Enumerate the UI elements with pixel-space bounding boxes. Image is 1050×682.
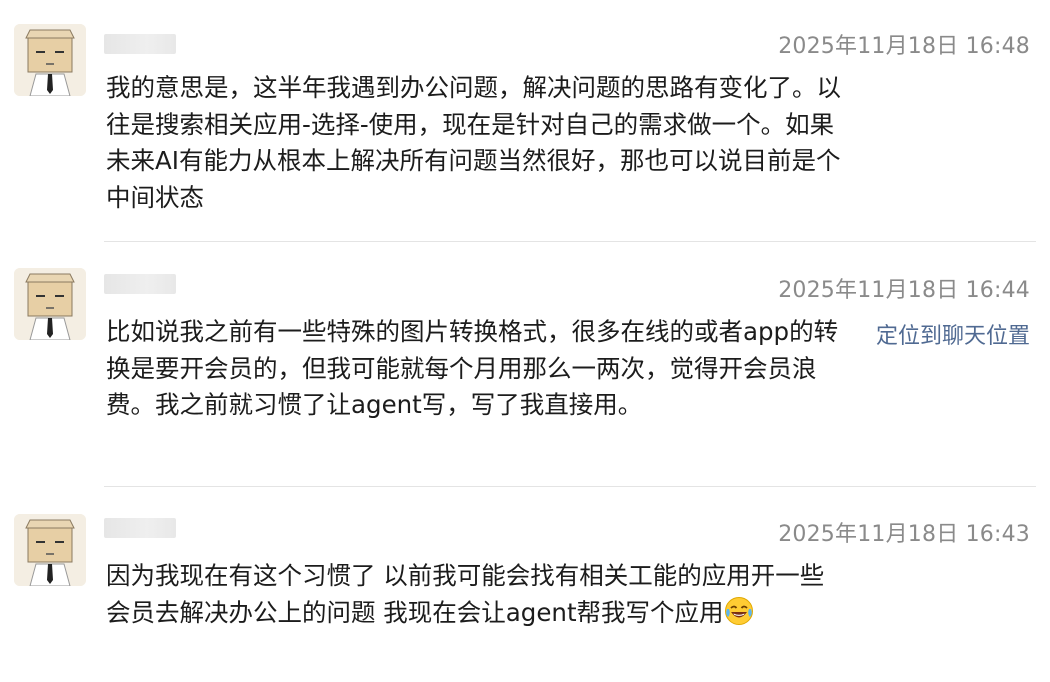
message-timestamp: 2025年11月18日 16:44 [778, 278, 1030, 303]
chat-message[interactable]: 2025年11月18日 16:43 因为我现在有这个习惯了 以前我可能会找有相关… [0, 488, 1050, 682]
chat-message[interactable]: 2025年11月18日 16:44 比如说我之前有一些特殊的图片转换格式，很多在… [0, 242, 1050, 484]
message-timestamp: 2025年11月18日 16:43 [778, 522, 1030, 547]
box-head-avatar-icon [14, 514, 86, 586]
box-head-avatar-icon [14, 268, 86, 340]
laughing-with-tears-emoji-icon [724, 596, 754, 626]
message-text: 我的意思是，这半年我遇到办公问题，解决问题的思路有变化了。以往是搜索相关应用-选… [106, 73, 841, 212]
avatar[interactable] [14, 514, 86, 586]
sender-name-blurred [104, 274, 176, 294]
message-text: 比如说我之前有一些特殊的图片转换格式，很多在线的或者app的转换是要开会员的，但… [106, 317, 839, 419]
message-timestamp: 2025年11月18日 16:48 [778, 34, 1030, 59]
sender-name-blurred [104, 518, 176, 538]
avatar[interactable] [14, 24, 86, 96]
divider [104, 486, 1036, 487]
message-text-content: 因为我现在有这个习惯了 以前我可能会找有相关工能的应用开一些会员去解决办公上的问… [106, 561, 825, 627]
message-text: 因为我现在有这个习惯了 以前我可能会找有相关工能的应用开一些会员去解决办公上的问… [106, 558, 846, 631]
box-head-avatar-icon [14, 24, 86, 96]
chat-message[interactable]: 2025年11月18日 16:48 我的意思是，这半年我遇到办公问题，解决问题的… [0, 0, 1050, 240]
sender-name-blurred [104, 34, 176, 54]
avatar[interactable] [14, 268, 86, 340]
chat-history-list: 2025年11月18日 16:48 我的意思是，这半年我遇到办公问题，解决问题的… [0, 0, 1050, 682]
locate-in-chat-link[interactable]: 定位到聊天位置 [876, 318, 1030, 350]
